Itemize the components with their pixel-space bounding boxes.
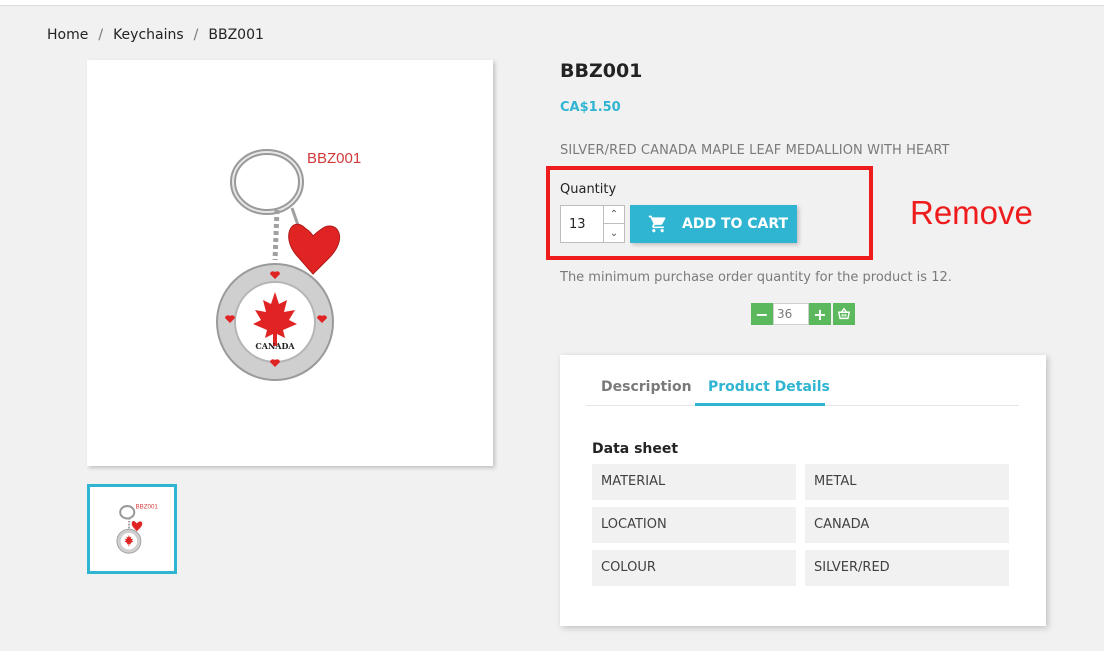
datasheet-property-name: LOCATION: [592, 507, 796, 543]
quick-quantity-widget: − 36 +: [751, 303, 855, 325]
tab-description[interactable]: Description: [601, 379, 692, 395]
datasheet-property-value: METAL: [805, 464, 1009, 500]
minus-icon: −: [755, 304, 769, 324]
annotation-remove-text: Remove: [910, 194, 1033, 231]
breadcrumb: Home / Keychains / BBZ001: [47, 27, 264, 43]
breadcrumb-keychains[interactable]: Keychains: [113, 27, 184, 43]
product-details-card: Description Product Details Data sheet M…: [560, 355, 1046, 626]
keychain-image: BBZ001 CANADA: [216, 149, 361, 381]
annotation-highlight-box: [546, 166, 873, 260]
datasheet-property-name: COLOUR: [592, 550, 796, 586]
breadcrumb-current: BBZ001: [208, 27, 264, 43]
product-thumbnail[interactable]: BBZ001: [87, 484, 177, 574]
breadcrumb-home[interactable]: Home: [47, 27, 88, 43]
quick-add-basket-button[interactable]: [833, 303, 855, 325]
quick-qty-input[interactable]: 36: [773, 303, 809, 325]
image-product-code: BBZ001: [307, 150, 361, 167]
product-main-image[interactable]: BBZ001 CANADA: [87, 60, 493, 466]
plus-icon: +: [813, 304, 827, 324]
product-short-description: SILVER/RED CANADA MAPLE LEAF MEDALLION W…: [560, 143, 950, 158]
image-medallion-text: CANADA: [255, 341, 295, 351]
keychain-thumbnail-image: BBZ001: [116, 503, 159, 554]
quick-qty-minus-button[interactable]: −: [751, 303, 773, 325]
breadcrumb-separator: /: [193, 27, 199, 43]
product-price: CA$1.50: [560, 100, 621, 115]
basket-icon: [837, 307, 851, 320]
product-title: BBZ001: [560, 60, 643, 82]
breadcrumb-separator: /: [98, 27, 104, 43]
top-bar: [0, 0, 1104, 6]
datasheet-title: Data sheet: [592, 441, 679, 457]
datasheet-property-value: CANADA: [805, 507, 1009, 543]
thumbnail-product-code: BBZ001: [136, 503, 159, 510]
datasheet-property-value: SILVER/RED: [805, 550, 1009, 586]
quick-qty-plus-button[interactable]: +: [809, 303, 831, 325]
datasheet-property-name: MATERIAL: [592, 464, 796, 500]
active-tab-indicator: [695, 403, 825, 406]
tab-product-details[interactable]: Product Details: [708, 379, 830, 395]
minimum-quantity-message: The minimum purchase order quantity for …: [560, 270, 952, 285]
